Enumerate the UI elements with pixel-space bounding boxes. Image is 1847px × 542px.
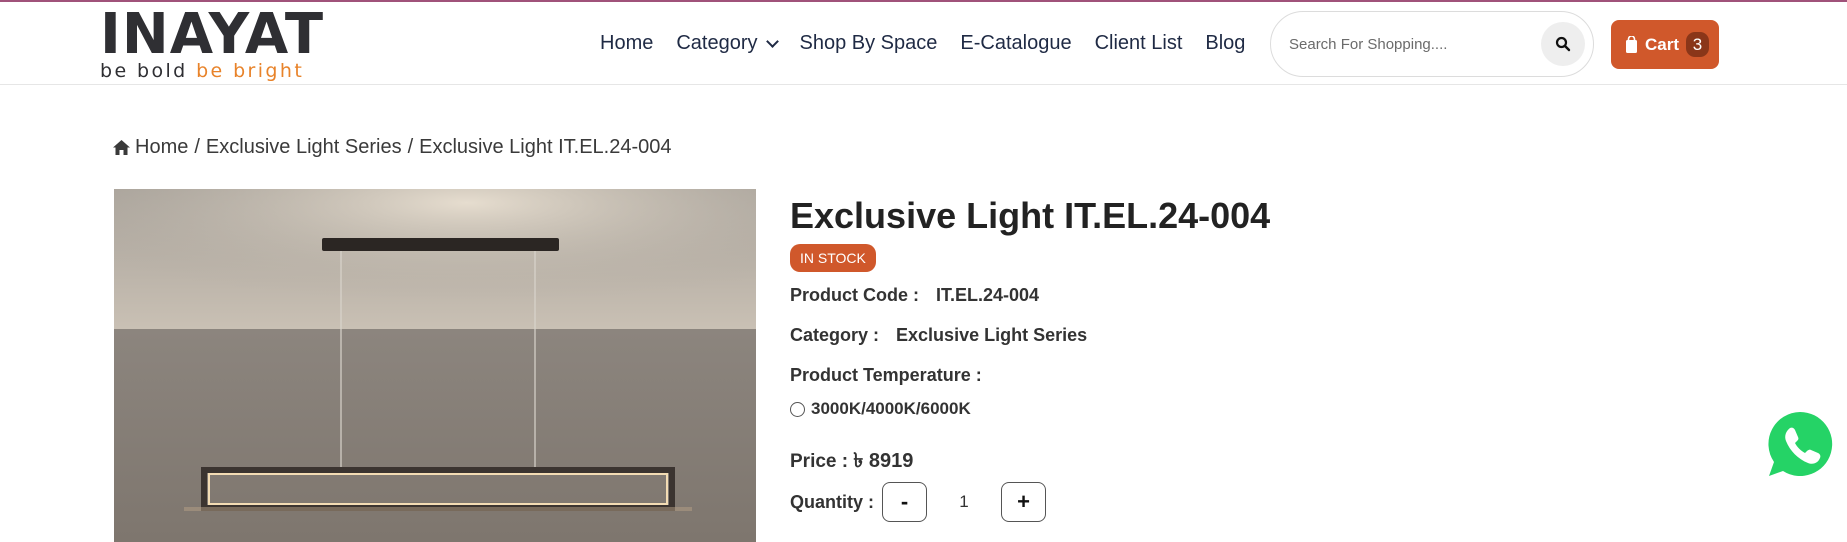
product-code-row: Product Code : IT.EL.24-004 [790,285,1039,306]
whatsapp-icon [1768,411,1833,476]
breadcrumb: Home / Exclusive Light Series / Exclusiv… [113,136,672,159]
nav-shop-by-space[interactable]: Shop By Space [800,32,938,55]
tagline-part2: be bright [196,60,305,82]
quantity-label: Quantity : [790,491,874,512]
product-code-value: IT.EL.24-004 [936,285,1040,305]
nav-e-catalogue[interactable]: E-Catalogue [960,32,1071,55]
quantity-value[interactable]: 1 [927,492,1001,512]
category-label: Category : [790,325,880,345]
category-row: Category : Exclusive Light Series [790,325,1087,346]
temperature-option-label: 3000K/4000K/6000K [811,399,971,418]
temperature-radio[interactable] [790,401,805,417]
breadcrumb-current: Exclusive Light IT.EL.24-004 [419,136,672,158]
breadcrumb-separator: / [407,136,414,158]
nav-home[interactable]: Home [600,32,653,55]
whatsapp-chat-button[interactable] [1766,410,1834,478]
product-code-label: Product Code : [790,285,919,305]
brand-tagline: be bold be bright [100,61,324,81]
shopping-bag-icon [1626,35,1637,53]
price-label: Price : [790,451,849,472]
pendant-light-photo [114,189,756,542]
quantity-row: Quantity : - 1 + [790,482,1046,522]
category-value: Exclusive Light Series [896,325,1088,345]
temperature-option[interactable]: 3000K/4000K/6000K [790,399,971,419]
brand-name: INAYAT [100,2,325,67]
product-details: Exclusive Light IT.EL.24-004 IN STOCK Pr… [790,195,1271,522]
price-value: ৳ 8919 [853,450,914,472]
brand-logo[interactable]: INAYAT be bold be bright [100,2,325,82]
nav-client-list[interactable]: Client List [1095,32,1183,55]
search-icon [1555,36,1571,52]
home-icon [113,140,130,155]
cart-label: Cart [1645,34,1680,54]
tagline-part1: be bold [100,60,188,82]
breadcrumb-category[interactable]: Exclusive Light Series [206,136,402,159]
quantity-decrease-button[interactable]: - [882,482,927,522]
product-image[interactable] [114,189,756,542]
site-header: INAYAT be bold be bright Home Category S… [0,2,1847,85]
search-button[interactable] [1541,22,1585,66]
nav-category-label: Category [676,32,758,54]
nav-category[interactable]: Category [676,32,779,55]
main-nav: Home Category Shop By Space E-Catalogue … [600,2,1268,85]
search-box [1270,11,1594,77]
stock-badge: IN STOCK [790,244,876,272]
breadcrumb-separator: / [194,136,200,158]
product-title: Exclusive Light IT.EL.24-004 [790,195,1271,236]
nav-blog[interactable]: Blog [1205,32,1245,55]
temperature-label: Product Temperature : [790,365,982,385]
cart-count-badge: 3 [1686,32,1710,57]
price-row: Price : ৳ 8919 [790,446,913,479]
quantity-increase-button[interactable]: + [1001,482,1046,522]
breadcrumb-home[interactable]: Home [135,136,188,159]
search-input[interactable] [1289,32,1519,56]
cart-button[interactable]: Cart 3 [1611,20,1719,69]
chevron-down-icon [765,35,779,48]
